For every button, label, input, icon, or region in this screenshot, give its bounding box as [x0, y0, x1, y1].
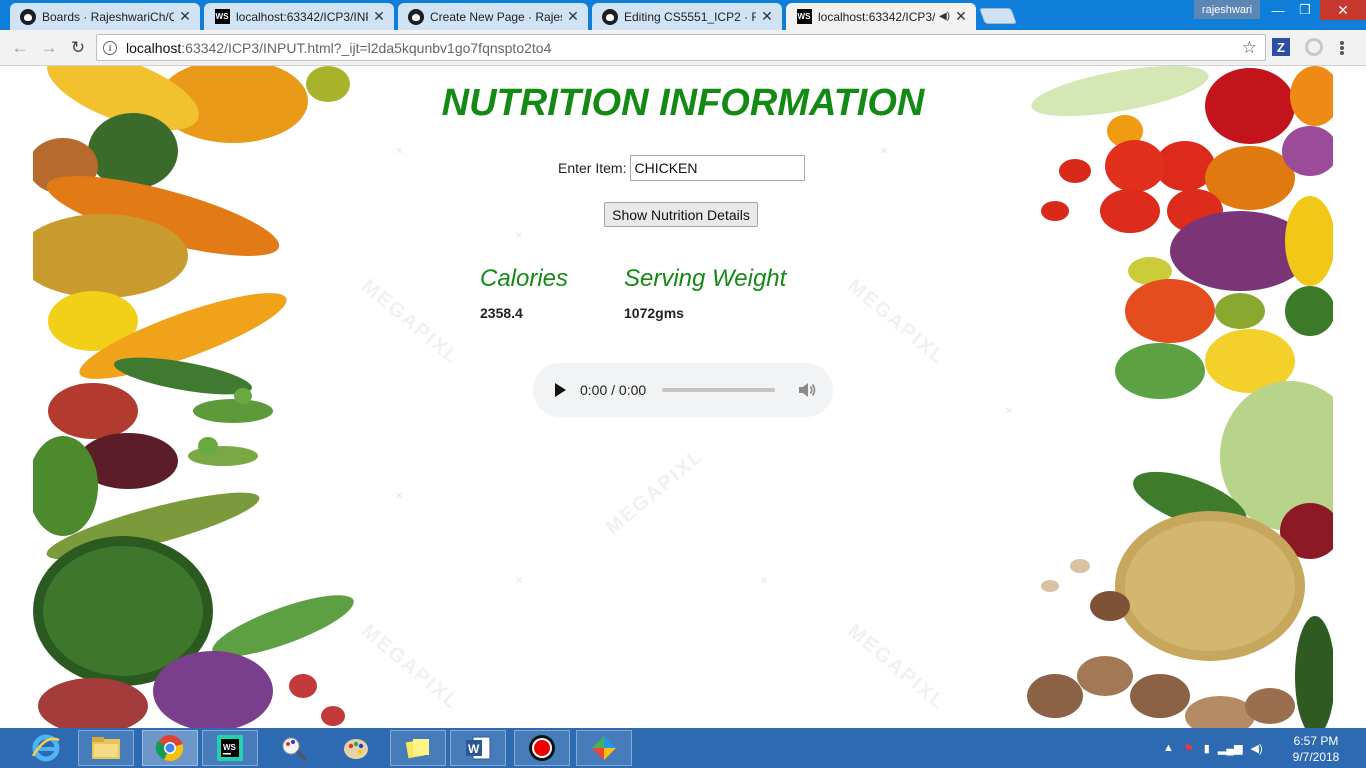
network-icon[interactable]: ▂▄▆ — [1218, 742, 1243, 755]
watermark-text: MEGAPIXL — [357, 274, 464, 370]
zotero-extension-icon[interactable]: Z — [1272, 38, 1290, 56]
battery-icon[interactable]: ▮ — [1204, 742, 1210, 755]
watermark-text: MEGAPIXL — [357, 619, 464, 715]
svg-text:WS: WS — [223, 743, 237, 752]
page-viewport: MEGAPIXL MEGAPIXL MEGAPIXL MEGAPIXL MEGA… — [0, 66, 1366, 728]
info-icon[interactable]: i — [103, 40, 117, 55]
close-icon[interactable]: ✕ — [566, 8, 580, 25]
tab-localhost-active[interactable]: WS localhost:63342/ICP3/ ◀) ✕ — [786, 3, 976, 30]
watermark-mark: ✕ — [515, 231, 524, 242]
watermark-mark: ✕ — [395, 491, 404, 502]
close-icon[interactable]: ✕ — [178, 8, 192, 25]
action-center-icon[interactable]: ⚑ — [1184, 742, 1194, 755]
menu-icon[interactable] — [1336, 37, 1348, 59]
item-input[interactable] — [630, 155, 806, 181]
browser-toolbar: ← → ↻ i localhost:63342/ICP3/INPUT.html?… — [0, 30, 1366, 66]
svg-text:W: W — [468, 742, 480, 756]
audio-time: 0:00 / 0:00 — [580, 382, 647, 398]
chrome-icon[interactable] — [142, 730, 198, 766]
app-icon[interactable] — [576, 730, 632, 766]
close-icon[interactable]: ✕ — [760, 8, 774, 25]
browser-tab-strip: Boards · RajeshwariCh/CS ✕ WS localhost:… — [0, 0, 1366, 30]
forward-button[interactable]: → — [37, 37, 61, 59]
internet-explorer-icon[interactable] — [28, 729, 64, 767]
reload-button[interactable]: ↻ — [66, 37, 90, 59]
record-icon[interactable] — [514, 730, 570, 766]
tab-title: localhost:63342/ICP3/ — [818, 9, 935, 24]
page-margin-left — [0, 66, 33, 728]
extension-icon[interactable] — [1305, 38, 1323, 56]
windows-taskbar: WS W ▲ ⚑ ▮ ▂▄▆ ◀) 6:57 PM 9/7/2018 — [0, 728, 1366, 768]
volume-icon[interactable] — [797, 381, 817, 399]
serving-weight-value: 1072gms — [624, 305, 684, 321]
close-icon[interactable]: ✕ — [954, 8, 968, 25]
clock-time: 6:57 PM — [1293, 734, 1339, 748]
tab-boards[interactable]: Boards · RajeshwariCh/CS ✕ — [10, 3, 200, 30]
watermark-text: MEGAPIXL — [843, 619, 950, 715]
user-profile-badge[interactable]: rajeshwari — [1194, 0, 1260, 19]
github-icon — [602, 8, 618, 25]
system-tray: ▲ ⚑ ▮ ▂▄▆ ◀) — [1163, 728, 1263, 768]
window-close-button[interactable]: ✕ — [1320, 0, 1366, 20]
tab-editing-icp2[interactable]: Editing CS5551_ICP2 · Raj ✕ — [592, 3, 782, 30]
page-title: NUTRITION INFORMATION — [441, 82, 925, 124]
tab-title: Create New Page · Rajesh — [430, 9, 562, 24]
tab-create-new-page[interactable]: Create New Page · Rajesh ✕ — [398, 3, 588, 30]
github-icon — [408, 8, 424, 25]
watermark-text: MEGAPIXL — [843, 274, 950, 370]
audio-seek-bar[interactable] — [662, 388, 776, 392]
tab-title: Boards · RajeshwariCh/CS — [42, 9, 174, 24]
tray-expand-icon[interactable]: ▲ — [1163, 742, 1174, 754]
webstorm-icon: WS — [796, 9, 812, 25]
paint-icon[interactable] — [266, 730, 322, 766]
webstorm-icon[interactable]: WS — [202, 730, 258, 766]
calories-heading: Calories — [480, 265, 569, 292]
show-nutrition-details-button[interactable]: Show Nutrition Details — [604, 202, 758, 227]
calories-section: Calories 2358.4 — [480, 265, 568, 321]
palette-icon[interactable] — [328, 730, 384, 766]
tab-title: localhost:63342/ICP3/INP — [236, 9, 368, 24]
close-icon[interactable]: ✕ — [372, 8, 386, 25]
watermark-mark: ✕ — [395, 146, 404, 157]
speaker-icon[interactable]: ◀) — [939, 11, 950, 22]
watermark-mark: ✕ — [515, 576, 524, 587]
serving-weight-section: Serving Weight 1072gms — [624, 265, 786, 321]
page-margin-right — [1333, 66, 1366, 728]
sticky-notes-icon[interactable] — [390, 730, 446, 766]
file-explorer-icon[interactable] — [78, 730, 134, 766]
word-icon[interactable]: W — [450, 730, 506, 766]
back-button[interactable]: ← — [8, 37, 32, 59]
minimize-button[interactable]: — — [1264, 0, 1292, 20]
url-host: localhost — [126, 39, 182, 56]
volume-tray-icon[interactable]: ◀) — [1251, 742, 1263, 755]
bookmark-star-icon[interactable]: ☆ — [1242, 38, 1257, 58]
watermark-mark: ✕ — [760, 576, 769, 587]
vegetables-right-image — [1010, 66, 1333, 728]
play-icon[interactable] — [555, 383, 566, 397]
github-icon — [20, 8, 36, 25]
tab-title: Editing CS5551_ICP2 · Raj — [624, 9, 756, 24]
item-field-row: Enter Item: — [558, 155, 806, 181]
system-clock[interactable]: 6:57 PM 9/7/2018 — [1276, 733, 1356, 765]
clock-date: 9/7/2018 — [1292, 750, 1340, 764]
url-path: :63342/ICP3/INPUT.html?_ijt=l2da5kqunbv1… — [181, 39, 552, 56]
tab-localhost-input[interactable]: WS localhost:63342/ICP3/INP ✕ — [204, 3, 394, 30]
item-label: Enter Item: — [558, 160, 627, 176]
new-tab-button[interactable] — [979, 8, 1017, 24]
serving-weight-heading: Serving Weight — [624, 265, 787, 292]
address-bar[interactable]: i localhost:63342/ICP3/INPUT.html?_ijt=l… — [96, 34, 1266, 61]
maximize-button[interactable]: ❐ — [1292, 0, 1318, 20]
watermark-text: MEGAPIXL — [601, 444, 709, 540]
watermark-mark: ✕ — [880, 146, 889, 157]
audio-player: 0:00 / 0:00 — [533, 363, 833, 417]
vegetables-left-image — [33, 66, 363, 728]
calories-value: 2358.4 — [480, 305, 523, 321]
watermark-mark: ✕ — [1005, 406, 1014, 417]
webstorm-icon: WS — [214, 9, 230, 25]
